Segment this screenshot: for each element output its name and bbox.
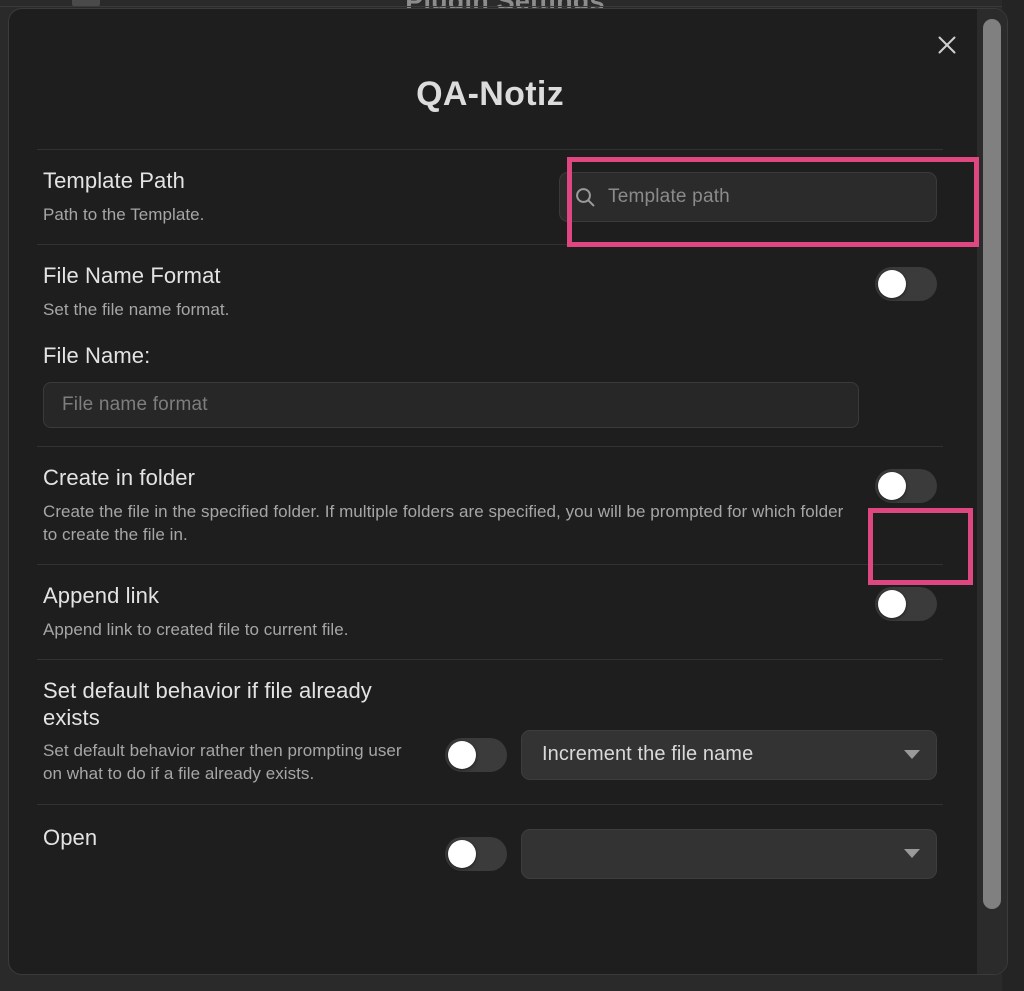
setting-control [875,263,937,301]
setting-description-default-behavior: Set default behavior rather then prompti… [43,741,402,784]
open-toggle[interactable] [445,836,507,871]
template-path-placeholder: Template path [608,186,730,207]
setting-control [445,825,937,879]
setting-row-template-path: Template Path Path to the Template. Temp… [37,150,943,244]
setting-row-default-behavior: Set default behavior if file already exi… [37,660,943,804]
setting-description-append-link: Append link to created file to current f… [43,619,349,639]
toggle-knob [878,269,906,298]
setting-control [875,465,937,503]
setting-description-create-in-folder: Create the file in the specified folder.… [43,501,844,544]
setting-name-file-name-format: File Name Format [43,262,221,288]
setting-row-create-in-folder: Create in folder Create the file in the … [37,447,943,564]
setting-name-append-link: Append link [43,582,160,608]
toggle-knob [448,839,476,868]
append-link-toggle[interactable] [875,586,937,621]
setting-info: Append link Append link to created file … [43,583,859,641]
scrollbar-track[interactable] [977,9,1007,974]
default-behavior-toggle[interactable] [445,737,507,772]
setting-row-append-link: Append link Append link to created file … [37,565,943,659]
create-in-folder-toggle[interactable] [875,468,937,503]
setting-control: Increment the file name [445,678,937,780]
toggle-knob [878,471,906,500]
setting-description-template-path: Path to the Template. [43,204,205,224]
background-divider [0,6,1024,7]
default-behavior-dropdown-value: Increment the file name [542,743,754,766]
setting-name-open: Open [43,824,98,850]
setting-info: File Name Format Set the file name forma… [43,263,859,428]
page-title: QA-Notiz [416,75,564,113]
file-name-format-input[interactable]: File name format [43,381,859,428]
setting-control: Template path [559,168,937,222]
setting-info: Set default behavior if file already exi… [43,678,403,786]
setting-info: Open [43,825,403,852]
file-name-sub-label: File Name: [43,342,151,368]
chevron-down-icon [904,750,920,760]
default-behavior-dropdown[interactable]: Increment the file name [521,729,937,780]
setting-row-open: Open [37,805,943,897]
setting-info: Create in folder Create the file in the … [43,465,859,546]
setting-name-default-behavior: Set default behavior if file already exi… [43,677,372,730]
scrollbar-thumb[interactable] [983,19,1001,909]
toggle-knob [448,740,476,769]
setting-info: Template Path Path to the Template. [43,168,543,226]
chevron-down-icon [904,849,920,859]
file-name-format-toggle[interactable] [875,266,937,301]
settings-list: Template Path Path to the Template. Temp… [9,149,971,974]
settings-modal: QA-Notiz Template Path Path to the Templ… [8,8,1008,975]
search-icon [576,188,595,207]
close-icon[interactable] [931,29,963,61]
template-path-search-input[interactable]: Template path [559,172,937,222]
open-dropdown[interactable] [521,828,937,879]
setting-description-file-name-format: Set the file name format. [43,299,230,319]
setting-row-file-name-format: File Name Format Set the file name forma… [37,245,943,446]
setting-name-create-in-folder: Create in folder [43,464,196,490]
setting-name-template-path: Template Path [43,168,185,193]
file-name-format-placeholder: File name format [62,393,208,415]
toggle-knob [878,589,906,618]
setting-control [875,583,937,621]
